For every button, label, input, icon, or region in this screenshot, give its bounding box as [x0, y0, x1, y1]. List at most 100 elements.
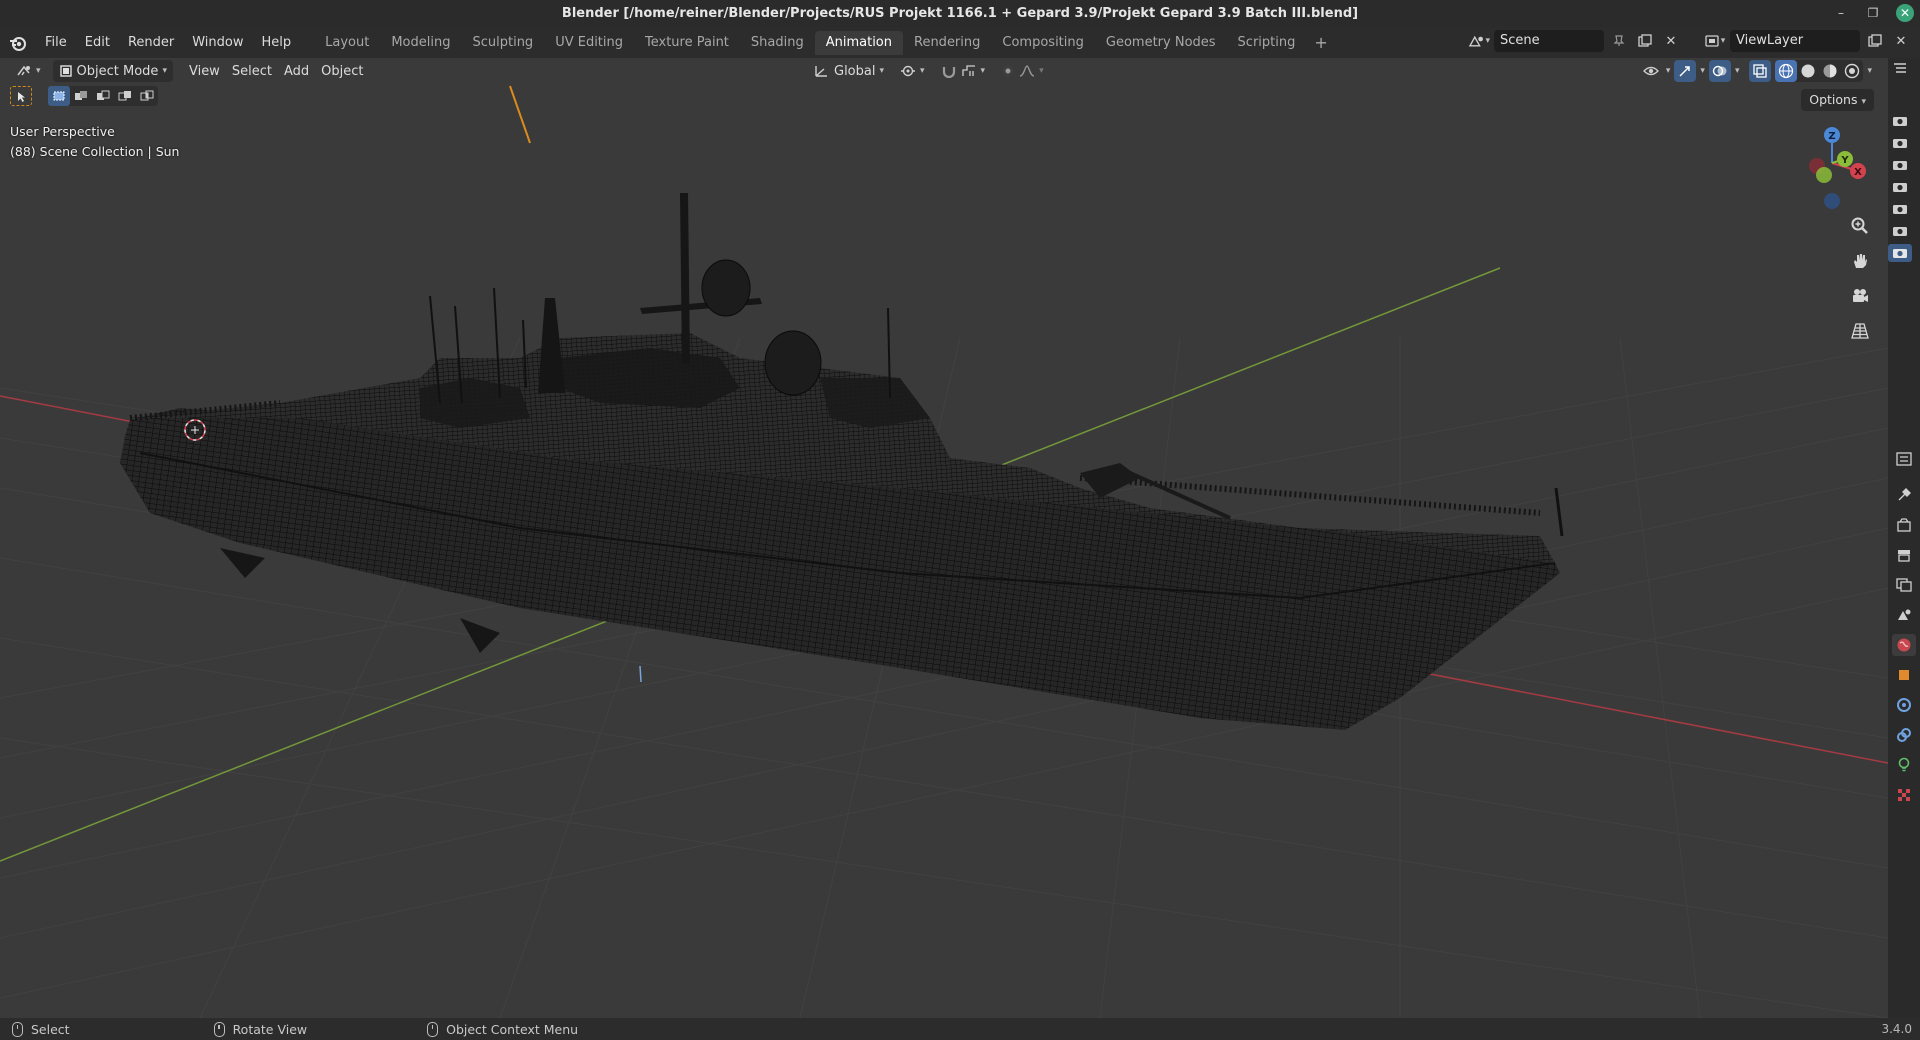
selection-intersect-icon[interactable] [136, 86, 158, 106]
blender-logo-icon[interactable] [8, 33, 28, 53]
selection-extend-icon[interactable] [70, 86, 92, 106]
falloff-icon [1019, 65, 1035, 77]
tool-row [10, 86, 158, 106]
viewlayer-name-field[interactable]: ViewLayer [1730, 30, 1860, 52]
gizmo-x-label: X [1854, 167, 1862, 178]
orientation-icon [815, 66, 827, 77]
constraints-properties-icon[interactable] [1892, 724, 1916, 746]
scene-browse-icon[interactable]: ▾ [1468, 30, 1490, 52]
status-rotate: Rotate View [213, 1021, 307, 1037]
menu-edit[interactable]: Edit [76, 31, 119, 55]
selection-new-icon[interactable] [48, 86, 70, 106]
tab-layout[interactable]: Layout [314, 31, 380, 55]
chevron-down-icon: ▾ [162, 66, 167, 76]
data-properties-icon[interactable] [1892, 754, 1916, 776]
gizmo-toggle-icon[interactable] [1674, 60, 1697, 82]
menu-add[interactable]: Add [278, 60, 315, 82]
3d-viewport[interactable] [0, 58, 1888, 1018]
outliner-icon[interactable] [1888, 60, 1912, 78]
proportional-editing-button[interactable]: ▾ [995, 60, 1050, 82]
selection-invert-icon[interactable] [114, 86, 136, 106]
camera-view-icon[interactable] [1848, 284, 1872, 308]
mode-dropdown[interactable]: Object Mode ▾ [52, 60, 173, 82]
gizmo-y-label: Y [1840, 155, 1849, 166]
menu-help[interactable]: Help [253, 31, 301, 55]
solid-shading-icon[interactable] [1797, 60, 1819, 82]
material-shading-icon[interactable] [1819, 60, 1841, 82]
tab-compositing[interactable]: Compositing [991, 31, 1095, 55]
menu-select[interactable]: Select [226, 60, 278, 82]
tab-animation[interactable]: Animation [814, 30, 903, 55]
scene-properties-icon[interactable] [1892, 604, 1916, 626]
object-properties-icon[interactable] [1892, 664, 1916, 686]
tab-scripting[interactable]: Scripting [1227, 31, 1307, 55]
camera-icon[interactable] [1888, 134, 1912, 152]
perspective-label: User Perspective [10, 124, 115, 139]
tab-geometry-nodes[interactable]: Geometry Nodes [1095, 31, 1227, 55]
snap-button[interactable]: ▾ [935, 60, 992, 82]
output-properties-icon[interactable] [1892, 544, 1916, 566]
menu-render[interactable]: Render [119, 31, 183, 55]
right-mouse-icon [427, 1021, 439, 1037]
texture-properties-icon[interactable] [1892, 784, 1916, 806]
xray-toggle-icon[interactable] [1749, 60, 1772, 82]
pan-hand-icon[interactable] [1848, 249, 1872, 273]
overlays-toggle-icon[interactable] [1708, 60, 1731, 82]
camera-icon[interactable] [1888, 112, 1912, 130]
maximize-icon[interactable]: ❐ [1864, 4, 1882, 22]
camera-icon[interactable] [1888, 222, 1912, 240]
properties-editor-icon[interactable] [1892, 448, 1916, 470]
menu-view[interactable]: View [183, 60, 226, 82]
new-scene-icon[interactable] [1634, 30, 1656, 52]
tab-texture-paint[interactable]: Texture Paint [634, 31, 740, 55]
status-select-label: Select [31, 1021, 70, 1037]
delete-viewlayer-icon[interactable]: ✕ [1890, 30, 1912, 52]
rendered-shading-icon[interactable] [1841, 60, 1863, 82]
minimize-icon[interactable]: – [1832, 4, 1850, 22]
mode-label: Object Mode [76, 63, 159, 79]
window-titlebar: Blender [/home/reiner/Blender/Projects/R… [0, 0, 1920, 27]
zoom-icon[interactable] [1848, 214, 1872, 238]
view-layer-properties-icon[interactable] [1892, 574, 1916, 596]
physics-properties-icon[interactable] [1892, 694, 1916, 716]
wireframe-shading-icon[interactable] [1775, 60, 1798, 82]
render-properties-icon[interactable] [1892, 514, 1916, 536]
menu-window[interactable]: Window [183, 31, 252, 55]
new-viewlayer-icon[interactable] [1864, 30, 1886, 52]
camera-icon[interactable] [1888, 178, 1912, 196]
collection-label: (88) Scene Collection | Sun [10, 144, 180, 159]
world-properties-icon[interactable] [1892, 634, 1916, 656]
menu-file[interactable]: File [36, 31, 76, 55]
tool-settings-icon[interactable] [1892, 484, 1916, 506]
ship-wireframe [120, 193, 1564, 730]
visibility-icon[interactable] [1640, 60, 1662, 82]
tab-modeling[interactable]: Modeling [380, 31, 461, 55]
camera-icon[interactable] [1888, 156, 1912, 174]
tab-rendering[interactable]: Rendering [903, 31, 991, 55]
camera-icon[interactable] [1888, 244, 1912, 262]
scene-selector: ▾ Scene ✕ [1468, 30, 1682, 52]
pivot-point-button[interactable]: ▾ [894, 60, 931, 82]
orientation-dropdown[interactable]: Global ▾ [808, 60, 890, 82]
tab-sculpting[interactable]: Sculpting [461, 31, 544, 55]
perspective-toggle-icon[interactable] [1848, 319, 1872, 343]
editor-type-button[interactable]: ▾ [10, 60, 47, 82]
options-dropdown[interactable]: Options ▾ [1801, 89, 1874, 111]
tab-uv-editing[interactable]: UV Editing [544, 31, 634, 55]
add-workspace-button[interactable]: + [1306, 33, 1335, 52]
delete-scene-icon[interactable]: ✕ [1660, 30, 1682, 52]
shading-mode-group [1775, 60, 1864, 82]
navigation-gizmo[interactable]: Z Y X [1788, 123, 1884, 215]
close-icon[interactable]: ✕ [1896, 4, 1914, 22]
window-title: Blender [/home/reiner/Blender/Projects/R… [561, 6, 1359, 21]
scene-name-field[interactable]: Scene [1494, 30, 1604, 52]
menu-object[interactable]: Object [315, 60, 369, 82]
select-box-tool-icon[interactable] [10, 86, 32, 106]
tab-shading[interactable]: Shading [740, 31, 815, 55]
viewlayer-browse-icon[interactable]: ▾ [1704, 30, 1726, 52]
pin-icon[interactable] [1608, 30, 1630, 52]
camera-icon[interactable] [1888, 200, 1912, 218]
properties-tabs [1892, 448, 1916, 806]
selection-subtract-icon[interactable] [92, 86, 114, 106]
magnet-icon [942, 67, 955, 78]
